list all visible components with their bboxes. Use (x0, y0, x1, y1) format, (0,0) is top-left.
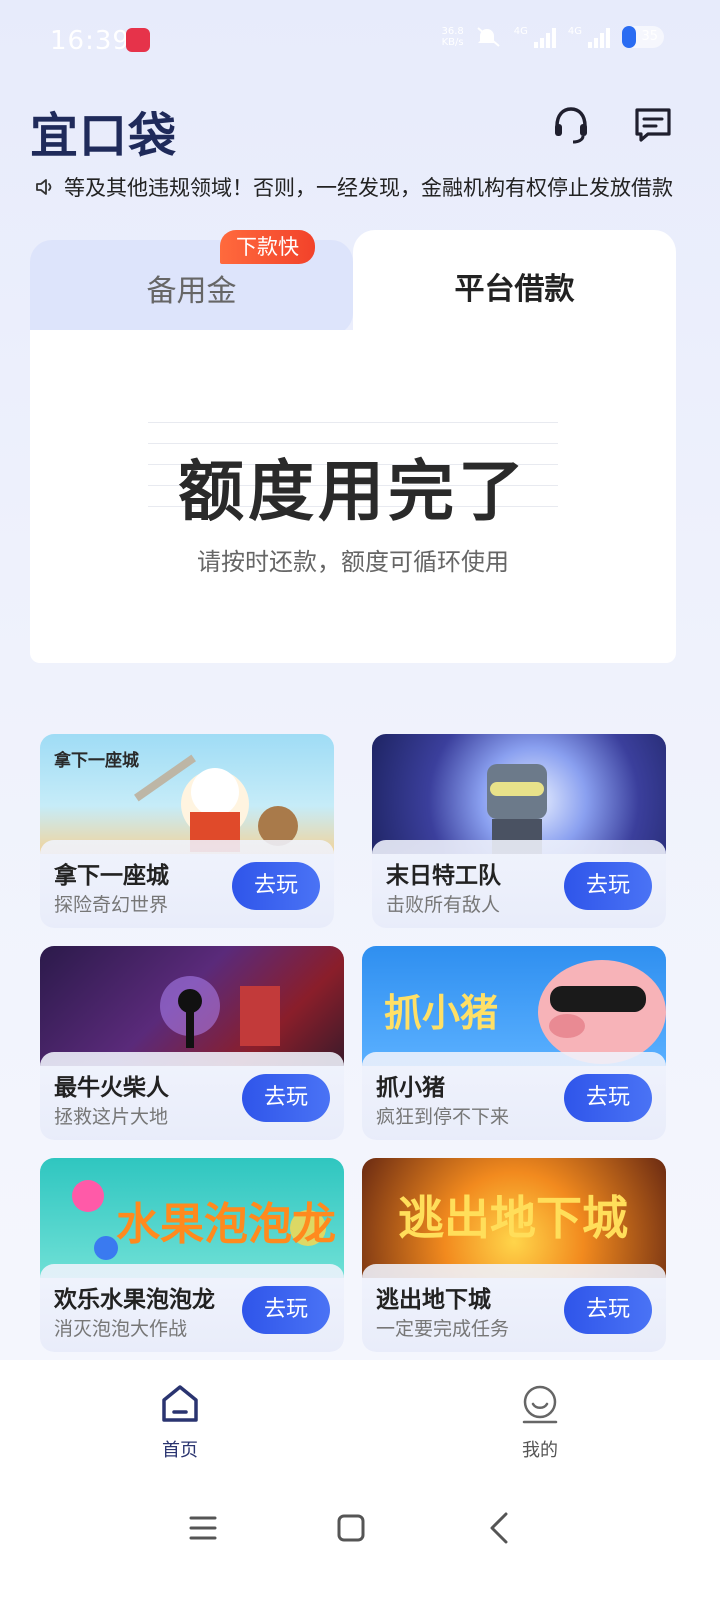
game-info: 末日特工队 击败所有敌人 去玩 (372, 840, 666, 928)
game-title: 逃出地下城 (376, 1287, 491, 1313)
game-title: 末日特工队 (386, 863, 501, 889)
quota-title: 额度用完了 (178, 453, 528, 530)
notice-text: 等及其他违规领域！否则，一经发现，金融机构有权停止发放借款 (64, 176, 673, 200)
game-title: 拿下一座城 (54, 863, 169, 889)
quota-panel: 额度用完了 请按时还款，额度可循环使用 (30, 330, 676, 663)
play-button[interactable]: 去玩 (564, 1074, 652, 1122)
game-card[interactable]: 拿下一座城 拿下一座城 探险奇幻世界 去玩 (40, 734, 334, 928)
play-button[interactable]: 去玩 (564, 1286, 652, 1334)
profile-icon (522, 1385, 558, 1424)
game-info: 最牛火柴人 拯救这片大地 去玩 (40, 1052, 344, 1140)
status-bar: 16:39 36.8 KB/s 4G 4G 35 (0, 0, 720, 84)
game-art-title: 逃出地下城 (398, 1191, 628, 1245)
nav-mine[interactable]: 我的 (480, 1382, 600, 1462)
tab-reserve-fund-label: 备用金 (146, 274, 237, 309)
app-notification-icon (126, 28, 150, 52)
quota-subtitle: 请按时还款，额度可循环使用 (197, 548, 509, 576)
back-icon[interactable] (480, 1508, 520, 1548)
signal-1-label: 4G (513, 26, 528, 37)
customer-service-icon[interactable] (550, 103, 592, 145)
game-art: 拿下一座城 (40, 734, 334, 854)
home-square-icon[interactable] (331, 1508, 371, 1548)
play-button[interactable]: 去玩 (242, 1286, 330, 1334)
net-speed: 36.8 KB/s (441, 26, 464, 48)
game-art (372, 734, 666, 854)
status-indicators: 36.8 KB/s 4G 4G 35 (441, 26, 664, 48)
notice-bar[interactable]: 等及其他违规领域！否则，一经发现，金融机构有权停止发放借款 (34, 170, 689, 204)
game-subtitle: 疯狂到停不下来 (376, 1106, 510, 1128)
message-icon[interactable] (632, 103, 674, 145)
game-card[interactable]: 末日特工队 击败所有敌人 去玩 (372, 734, 666, 928)
mute-icon (477, 27, 500, 47)
play-button[interactable]: 去玩 (564, 862, 652, 910)
game-card[interactable]: 逃出地下城 逃出地下城 一定要完成任务 去玩 (362, 1158, 666, 1352)
game-title: 欢乐水果泡泡龙 (54, 1287, 215, 1313)
game-subtitle: 拯救这片大地 (54, 1106, 169, 1128)
game-subtitle: 一定要完成任务 (376, 1318, 510, 1340)
status-time: 16:39 (50, 26, 130, 56)
game-card[interactable]: 最牛火柴人 拯救这片大地 去玩 (40, 946, 344, 1140)
game-subtitle: 消灭泡泡大作战 (54, 1318, 188, 1340)
game-art-title: 水果泡泡龙 (116, 1199, 336, 1250)
game-art-title: 拿下一座城 (54, 751, 139, 771)
game-art-title: 抓小猪 (384, 991, 499, 1035)
nav-home-label: 首页 (162, 1440, 198, 1461)
game-info: 拿下一座城 探险奇幻世界 去玩 (40, 840, 334, 928)
speaker-icon (36, 179, 52, 195)
game-info: 逃出地下城 一定要完成任务 去玩 (362, 1264, 666, 1352)
app-logo: 宜口袋 (30, 108, 178, 164)
tab-platform-loan[interactable]: 平台借款 (353, 230, 676, 340)
home-icon (162, 1385, 198, 1422)
nav-mine-label: 我的 (522, 1440, 558, 1461)
signal-2-label: 4G (567, 26, 582, 37)
bottom-nav: 首页 我的 (0, 1360, 720, 1600)
game-title: 最牛火柴人 (54, 1075, 169, 1101)
game-card[interactable]: 水果泡泡龙 欢乐水果泡泡龙 消灭泡泡大作战 去玩 (40, 1158, 344, 1352)
game-title: 抓小猪 (376, 1075, 445, 1101)
game-subtitle: 击败所有敌人 (386, 894, 501, 916)
game-art: 水果泡泡龙 (40, 1158, 344, 1278)
game-art (40, 946, 344, 1066)
play-button[interactable]: 去玩 (242, 1074, 330, 1122)
nav-home[interactable]: 首页 (120, 1382, 240, 1462)
menu-icon[interactable] (183, 1508, 223, 1548)
signal-1-icon (533, 26, 556, 48)
play-button[interactable]: 去玩 (232, 862, 320, 910)
game-art: 抓小猪 (362, 946, 666, 1066)
game-subtitle: 探险奇幻世界 (54, 894, 169, 916)
game-info: 抓小猪 疯狂到停不下来 去玩 (362, 1052, 666, 1140)
loan-card: 备用金 下款快 额度用完了 请按时还款，额度可循环使用 平台借款 (30, 230, 676, 663)
battery-icon: 35 (622, 26, 664, 48)
game-card[interactable]: 抓小猪 抓小猪 疯狂到停不下来 去玩 (362, 946, 666, 1140)
game-art: 逃出地下城 (362, 1158, 666, 1278)
game-info: 欢乐水果泡泡龙 消灭泡泡大作战 去玩 (40, 1264, 344, 1352)
tab-platform-loan-label: 平台借款 (454, 272, 575, 307)
fast-loan-badge: 下款快 (220, 230, 315, 264)
signal-2-icon (588, 26, 610, 48)
